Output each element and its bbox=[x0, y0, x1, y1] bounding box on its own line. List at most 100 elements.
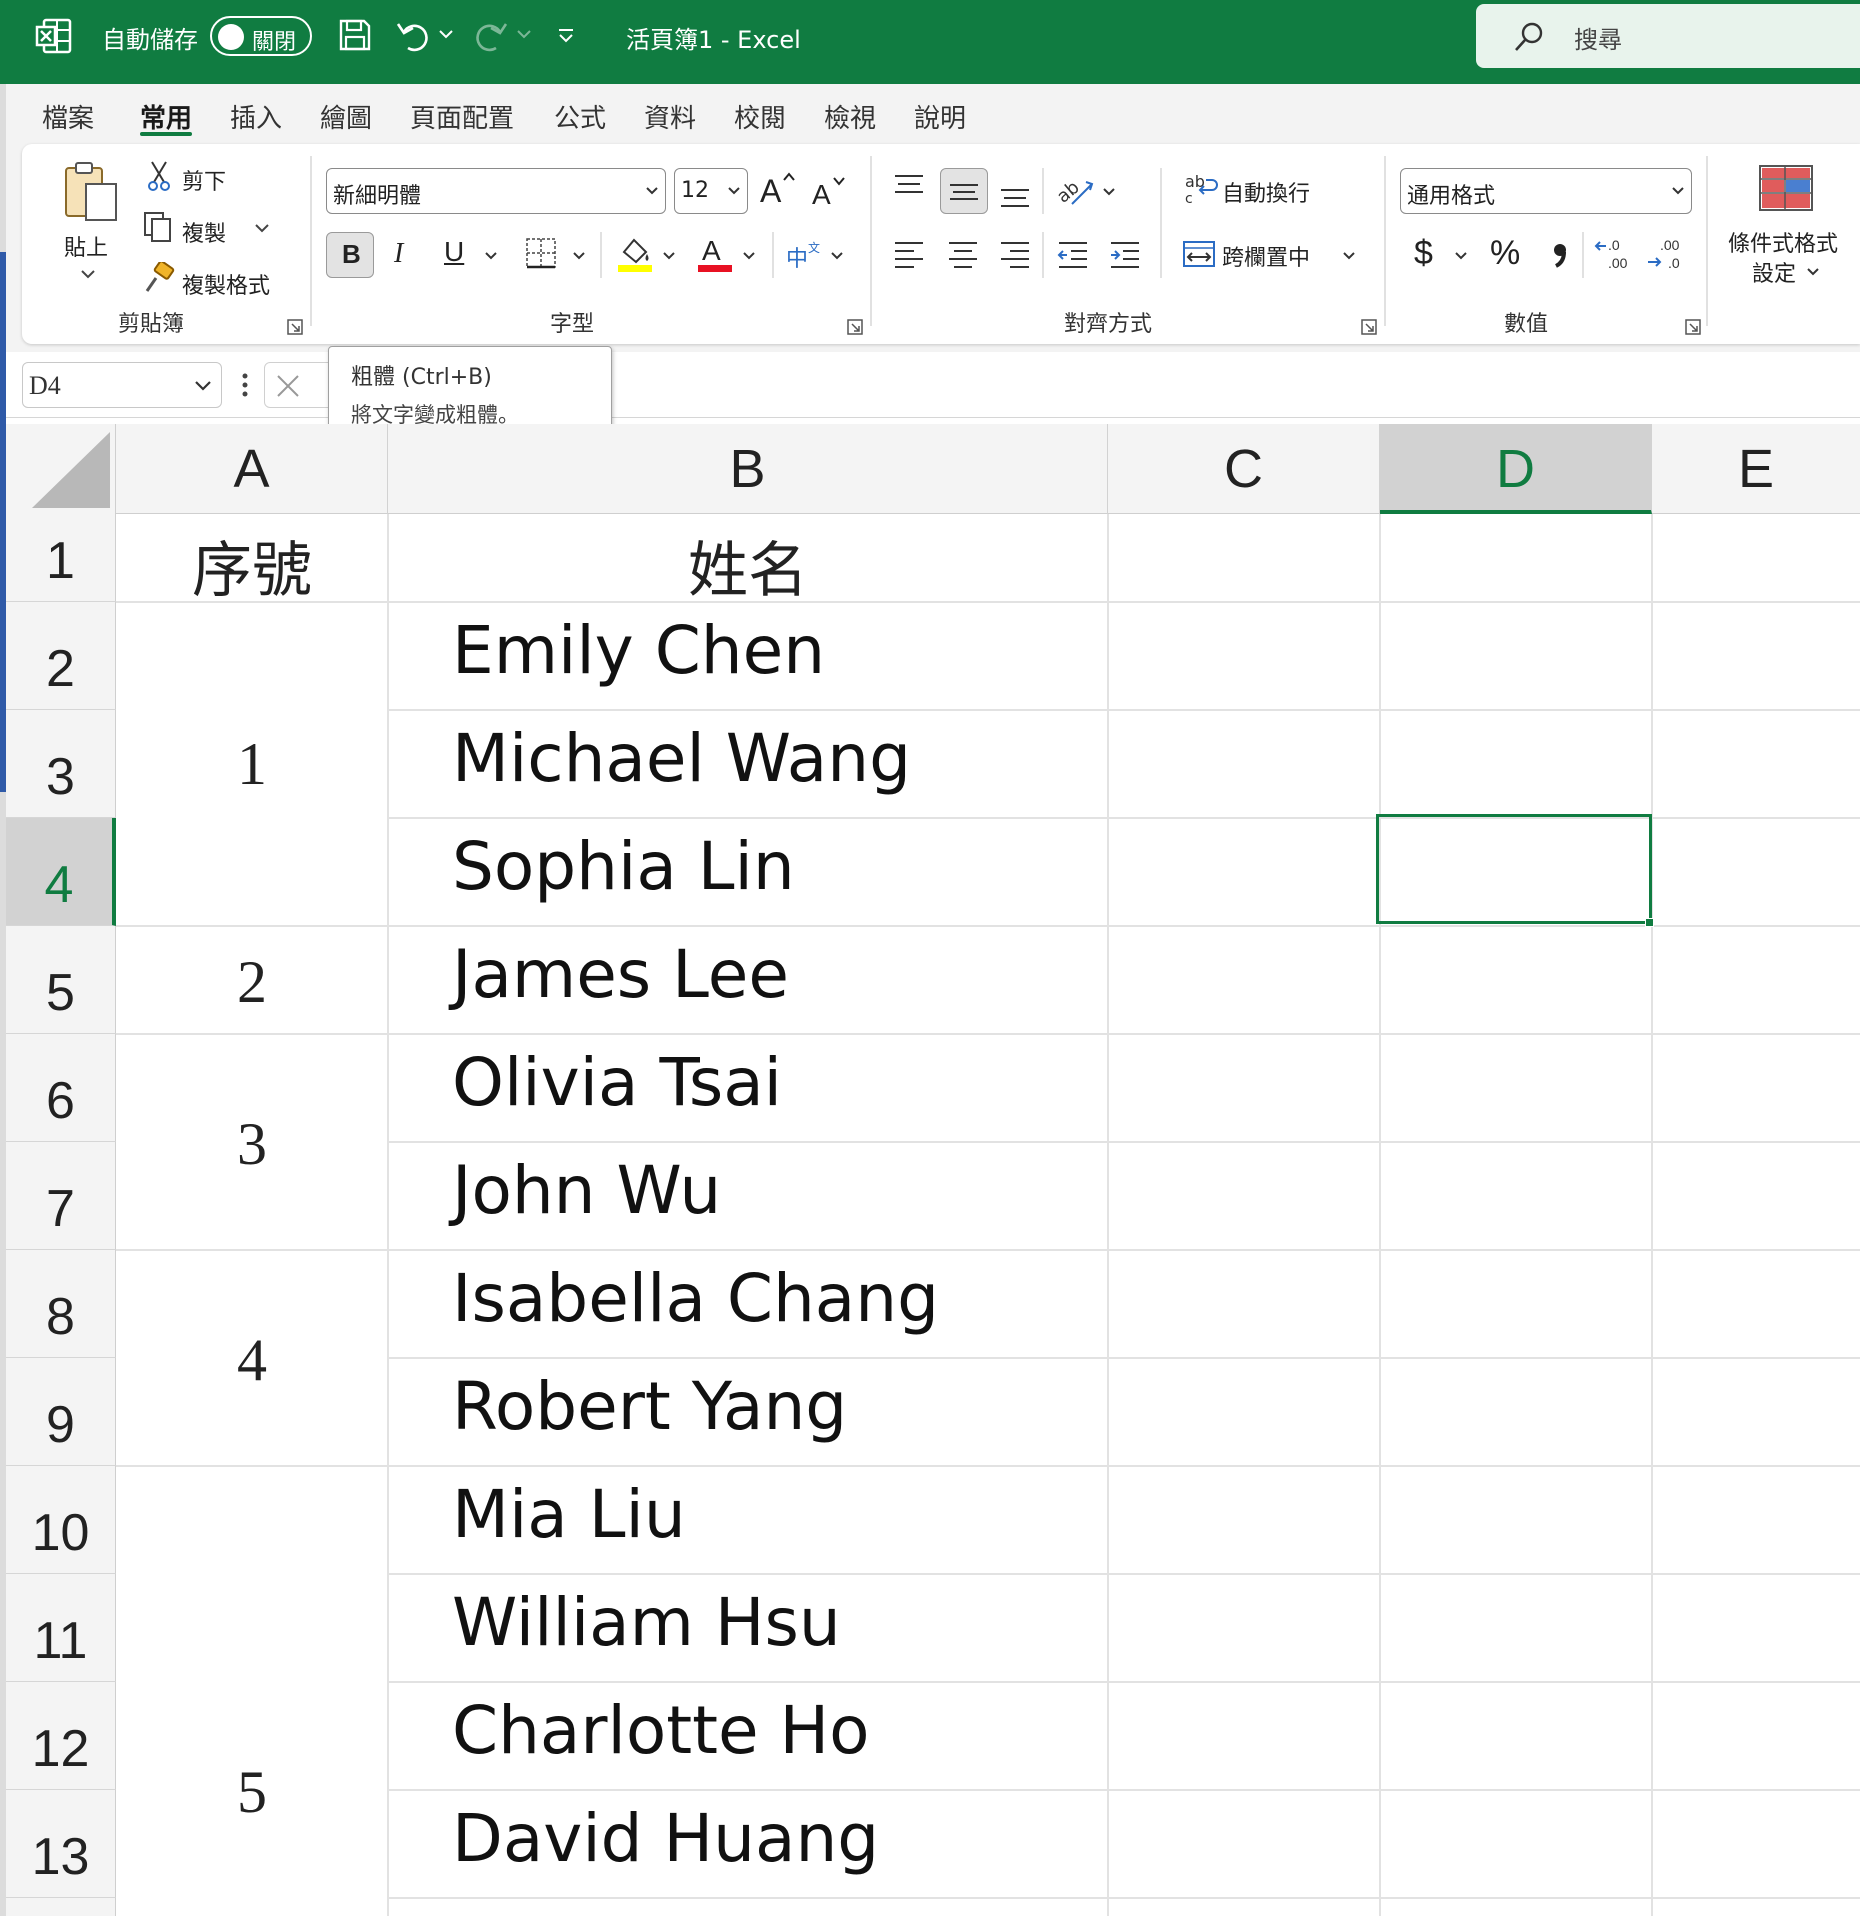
percent-button[interactable]: % bbox=[1490, 234, 1520, 273]
row-header-11[interactable]: 11 bbox=[6, 1574, 116, 1682]
row-header-4[interactable]: 4 bbox=[6, 818, 116, 926]
bold-button[interactable]: B bbox=[326, 232, 374, 278]
font-name-dropdown[interactable]: 新細明體 bbox=[326, 168, 666, 214]
cell-a8-merged[interactable]: 4 bbox=[116, 1326, 388, 1395]
active-cell-d4[interactable] bbox=[1376, 814, 1652, 924]
copy-icon[interactable] bbox=[142, 210, 174, 242]
cell-a2-merged[interactable]: 1 bbox=[116, 730, 388, 799]
redo-icon[interactable] bbox=[472, 16, 510, 54]
cell-b7[interactable]: John Wu bbox=[452, 1152, 721, 1229]
font-color-icon[interactable]: A bbox=[696, 232, 736, 274]
cut-icon[interactable] bbox=[144, 160, 174, 192]
column-header-d[interactable]: D bbox=[1380, 424, 1652, 514]
tab-page-layout[interactable]: 頁面配置 bbox=[410, 98, 514, 135]
increase-font-size-icon[interactable]: A bbox=[758, 168, 798, 208]
name-box[interactable]: D4 bbox=[22, 362, 222, 408]
increase-decimal-icon[interactable]: .0.00 bbox=[1594, 236, 1634, 272]
number-launcher-icon[interactable] bbox=[1684, 318, 1702, 336]
cell-b5[interactable]: James Lee bbox=[452, 936, 789, 1013]
cell-b8[interactable]: Isabella Chang bbox=[452, 1260, 939, 1337]
merge-dropdown-icon[interactable] bbox=[1342, 250, 1356, 262]
align-right-icon[interactable] bbox=[998, 240, 1032, 270]
align-bottom-icon[interactable] bbox=[998, 180, 1032, 210]
row-header-5[interactable]: 5 bbox=[6, 926, 116, 1034]
cell-b1[interactable]: 姓名 bbox=[388, 522, 1108, 609]
paste-label[interactable]: 貼上 bbox=[64, 230, 108, 262]
merge-center-icon[interactable] bbox=[1182, 238, 1216, 270]
decrease-font-size-icon[interactable]: A bbox=[810, 172, 850, 212]
cell-b10[interactable]: Mia Liu bbox=[452, 1476, 686, 1553]
phonetic-dropdown-icon[interactable] bbox=[830, 250, 844, 262]
cell-a5[interactable]: 2 bbox=[116, 948, 388, 1017]
more-options-icon[interactable] bbox=[240, 372, 250, 398]
row-header-6[interactable]: 6 bbox=[6, 1034, 116, 1142]
paste-icon[interactable] bbox=[62, 160, 122, 224]
autosave-toggle[interactable]: 關閉 bbox=[210, 16, 312, 56]
column-header-e[interactable]: E bbox=[1652, 424, 1860, 514]
fill-color-icon[interactable] bbox=[616, 234, 656, 274]
clipboard-launcher-icon[interactable] bbox=[286, 318, 304, 336]
align-center-icon[interactable] bbox=[946, 240, 980, 270]
tab-view[interactable]: 檢視 bbox=[824, 98, 876, 135]
tab-home[interactable]: 常用 bbox=[140, 98, 192, 135]
row-header-13[interactable]: 13 bbox=[6, 1790, 116, 1898]
row-header-9[interactable]: 9 bbox=[6, 1358, 116, 1466]
number-format-dropdown[interactable]: 通用格式 bbox=[1400, 168, 1692, 214]
tab-draw[interactable]: 繪圖 bbox=[320, 98, 372, 135]
cell-b2[interactable]: Emily Chen bbox=[452, 612, 825, 689]
row-header-14[interactable] bbox=[6, 1898, 116, 1916]
select-all-button[interactable] bbox=[6, 424, 116, 514]
font-color-dropdown-icon[interactable] bbox=[742, 250, 756, 262]
font-launcher-icon[interactable] bbox=[846, 318, 864, 336]
underline-button[interactable]: U bbox=[444, 236, 464, 268]
cell-b4[interactable]: Sophia Lin bbox=[452, 828, 795, 905]
copy-dropdown-icon[interactable] bbox=[254, 222, 270, 234]
merge-center-label[interactable]: 跨欄置中 bbox=[1222, 240, 1310, 272]
cut-label[interactable]: 剪下 bbox=[182, 164, 226, 196]
conditional-formatting-label[interactable]: 條件式格式 bbox=[1728, 226, 1838, 258]
column-header-b[interactable]: B bbox=[388, 424, 1108, 514]
conditional-formatting-dropdown-icon[interactable] bbox=[1806, 266, 1820, 278]
fill-handle[interactable] bbox=[1645, 918, 1654, 927]
borders-dropdown-icon[interactable] bbox=[572, 250, 586, 262]
row-header-2[interactable]: 2 bbox=[6, 602, 116, 710]
cell-b9[interactable]: Robert Yang bbox=[452, 1368, 847, 1445]
undo-icon[interactable] bbox=[394, 16, 432, 54]
row-header-12[interactable]: 12 bbox=[6, 1682, 116, 1790]
row-header-3[interactable]: 3 bbox=[6, 710, 116, 818]
orientation-icon[interactable]: ab bbox=[1056, 170, 1096, 210]
undo-dropdown-icon[interactable] bbox=[438, 28, 454, 40]
column-header-a[interactable]: A bbox=[116, 424, 388, 514]
cell-a1[interactable]: 序號 bbox=[116, 522, 388, 609]
row-header-8[interactable]: 8 bbox=[6, 1250, 116, 1358]
row-header-7[interactable]: 7 bbox=[6, 1142, 116, 1250]
align-middle-button[interactable] bbox=[940, 168, 988, 214]
wrap-text-icon[interactable]: ab c bbox=[1184, 172, 1218, 206]
tab-review[interactable]: 校閱 bbox=[734, 98, 786, 135]
conditional-formatting-label-2[interactable]: 設定 bbox=[1752, 256, 1796, 288]
redo-dropdown-icon[interactable] bbox=[516, 28, 532, 40]
cancel-button[interactable] bbox=[264, 362, 334, 408]
decrease-indent-icon[interactable] bbox=[1056, 240, 1090, 270]
align-left-icon[interactable] bbox=[892, 240, 926, 270]
cell-b13[interactable]: David Huang bbox=[452, 1800, 879, 1877]
align-top-icon[interactable] bbox=[892, 172, 926, 202]
row-header-10[interactable]: 10 bbox=[6, 1466, 116, 1574]
italic-button[interactable]: I bbox=[394, 238, 403, 270]
borders-icon[interactable] bbox=[524, 236, 558, 270]
tab-insert[interactable]: 插入 bbox=[230, 98, 282, 135]
conditional-formatting-icon[interactable] bbox=[1758, 164, 1814, 212]
orientation-dropdown-icon[interactable] bbox=[1102, 186, 1116, 198]
customize-quick-access-icon[interactable] bbox=[556, 26, 576, 46]
format-painter-label[interactable]: 複製格式 bbox=[182, 268, 270, 300]
cell-a6-merged[interactable]: 3 bbox=[116, 1110, 388, 1179]
underline-dropdown-icon[interactable] bbox=[484, 250, 498, 262]
font-size-dropdown[interactable]: 12 bbox=[674, 168, 748, 214]
fill-color-dropdown-icon[interactable] bbox=[662, 250, 676, 262]
tab-formulas[interactable]: 公式 bbox=[554, 98, 606, 135]
copy-label[interactable]: 複製 bbox=[182, 216, 226, 248]
alignment-launcher-icon[interactable] bbox=[1360, 318, 1378, 336]
decrease-decimal-icon[interactable]: .00.0 bbox=[1646, 236, 1686, 272]
cell-b6[interactable]: Olivia Tsai bbox=[452, 1044, 782, 1121]
cell-a10-merged[interactable]: 5 bbox=[116, 1758, 388, 1827]
